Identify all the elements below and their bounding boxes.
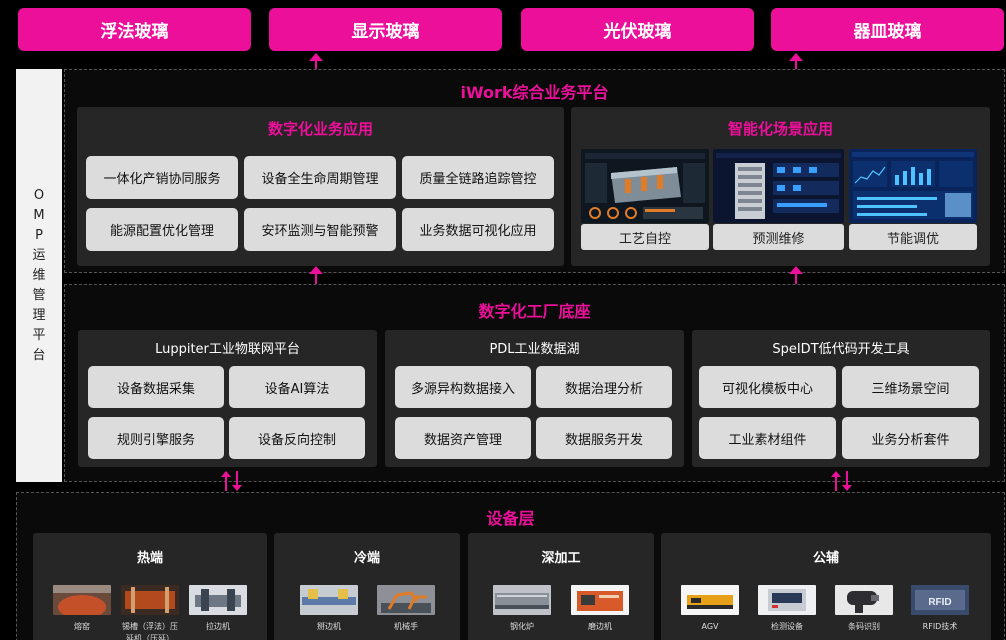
edging-machine-image — [571, 585, 629, 615]
arrow-up-icon — [789, 266, 803, 284]
equip-caption: 检测设备 — [771, 622, 803, 631]
equip-caption: 拉边机 — [206, 622, 230, 631]
tile-device-reverse-control[interactable]: 设备反向控制 — [229, 417, 365, 459]
tile-data-service[interactable]: 数据服务开发 — [536, 417, 672, 459]
barcode-scanner-image — [835, 585, 893, 615]
equip-caption: 锡槽（浮法）压延机（压延） — [122, 622, 178, 640]
equip-caption: RFID技术 — [922, 622, 958, 631]
omp-char: 维 — [32, 267, 46, 283]
tile-quality-trace[interactable]: 质量全链路追踪管控 — [402, 156, 554, 199]
omp-char: 运 — [32, 247, 46, 263]
tile-equipment-lifecycle[interactable]: 设备全生命周期管理 — [244, 156, 396, 199]
product-float-glass[interactable]: 浮法玻璃 — [18, 8, 251, 51]
tile-template-center[interactable]: 可视化模板中心 — [699, 366, 836, 408]
tile-rule-engine[interactable]: 规则引擎服务 — [88, 417, 224, 459]
omp-char: M — [33, 207, 45, 223]
equip-group-title: 深加工 — [541, 551, 581, 566]
inspection-device-image — [758, 585, 816, 615]
equip-group-auxiliary: 公辅 RFID AGV 检测设备 条码识别 RFID技术 — [661, 533, 991, 640]
factory-region: 数字化工厂底座 Luppiter工业物联网平台 设备数据采集 设备AI算法 规则… — [64, 284, 1005, 482]
rfid-image: RFID — [911, 585, 969, 615]
smart-scenes-panel: 智能化场景应用 工艺自控 预测维修 节能调优 — [571, 107, 990, 266]
omp-char: 理 — [32, 307, 46, 323]
equip-caption: 机械手 — [394, 622, 418, 631]
label-process-control[interactable]: 工艺自控 — [581, 224, 709, 250]
digital-apps-panel: 数字化业务应用 一体化产销协同服务 设备全生命周期管理 质量全链路追踪管控 能源… — [77, 107, 564, 266]
tin-bath-image — [121, 585, 179, 615]
omp-char: 管 — [32, 287, 46, 303]
equip-group-title: 公辅 — [812, 551, 839, 566]
label-energy-optimize[interactable]: 节能调优 — [849, 224, 977, 250]
bidirectional-arrow-icon — [221, 471, 243, 491]
platform-title: SpeIDT低代码开发工具 — [772, 342, 910, 357]
equip-caption: 熔窑 — [74, 622, 90, 631]
platform-panel-speidt: SpeIDT低代码开发工具 可视化模板中心 三维场景空间 工业素材组件 业务分析… — [692, 330, 990, 467]
platform-title: PDL工业数据湖 — [489, 342, 580, 357]
furnace-image — [53, 585, 111, 615]
process-control-screenshot — [581, 149, 709, 223]
product-pv-glass[interactable]: 光伏玻璃 — [521, 8, 754, 51]
edge-breaker-image — [300, 585, 358, 615]
tile-data-asset[interactable]: 数据资产管理 — [395, 417, 531, 459]
tile-3d-scene[interactable]: 三维场景空间 — [842, 366, 979, 408]
omp-char: P — [35, 227, 43, 243]
equip-caption: 钢化炉 — [510, 622, 534, 631]
tile-industrial-assets[interactable]: 工业素材组件 — [699, 417, 836, 459]
svg-text:RFID: RFID — [928, 597, 951, 608]
tile-device-data-collect[interactable]: 设备数据采集 — [88, 366, 224, 408]
arrow-up-icon — [309, 266, 323, 284]
smart-scenes-title: 智能化场景应用 — [727, 120, 833, 138]
label-predictive-maintenance[interactable]: 预测维修 — [713, 224, 844, 250]
platform-panel-pdl: PDL工业数据湖 多源异构数据接入 数据治理分析 数据资产管理 数据服务开发 — [385, 330, 684, 467]
equip-caption: AGV — [701, 622, 719, 631]
product-vessel-glass[interactable]: 器皿玻璃 — [771, 8, 1004, 51]
platform-title: Luppiter工业物联网平台 — [155, 342, 300, 357]
equip-caption: 条码识别 — [848, 622, 880, 631]
equip-caption: 磨边机 — [588, 622, 612, 631]
tile-data-governance[interactable]: 数据治理分析 — [536, 366, 672, 408]
tempering-furnace-image — [493, 585, 551, 615]
tile-energy-optimize[interactable]: 能源配置优化管理 — [86, 208, 238, 251]
factory-title: 数字化工厂底座 — [478, 302, 591, 321]
equipment-title: 设备层 — [486, 509, 535, 528]
predictive-maintenance-screenshot — [713, 149, 844, 223]
equip-group-title: 热端 — [136, 551, 163, 566]
robot-arm-image — [377, 585, 435, 615]
iwork-title: iWork综合业务平台 — [460, 83, 609, 102]
tile-analytics-suite[interactable]: 业务分析套件 — [842, 417, 979, 459]
equip-group-deep-processing: 深加工 钢化炉 磨边机 — [468, 533, 654, 640]
edge-roller-image — [189, 585, 247, 615]
tile-device-ai[interactable]: 设备AI算法 — [229, 366, 365, 408]
tile-data-visualization[interactable]: 业务数据可视化应用 — [402, 208, 554, 251]
platform-panel-luppiter: Luppiter工业物联网平台 设备数据采集 设备AI算法 规则引擎服务 设备反… — [78, 330, 377, 467]
tile-integrated-sales[interactable]: 一体化产销协同服务 — [86, 156, 238, 199]
omp-char: 台 — [32, 347, 46, 363]
digital-apps-title: 数字化业务应用 — [267, 120, 373, 138]
tile-multisource-ingest[interactable]: 多源异构数据接入 — [395, 366, 531, 408]
product-display-glass[interactable]: 显示玻璃 — [269, 8, 502, 51]
equipment-region: 设备层 热端 熔窑 锡槽（浮法）压延机（压延） 拉边机 冷端 掰边机 机械手 深… — [16, 492, 1005, 640]
energy-optimize-screenshot — [849, 149, 977, 223]
equip-group-cold-end: 冷端 掰边机 机械手 — [274, 533, 460, 640]
equip-caption: 掰边机 — [317, 622, 341, 631]
agv-image — [681, 585, 739, 615]
tile-safety-warning[interactable]: 安环监测与智能预警 — [244, 208, 396, 251]
bidirectional-arrow-icon — [831, 471, 853, 491]
omp-char: 平 — [32, 327, 46, 343]
equip-group-title: 冷端 — [353, 551, 380, 566]
equip-group-hot-end: 热端 熔窑 锡槽（浮法）压延机（压延） 拉边机 — [33, 533, 267, 640]
iwork-region: iWork综合业务平台 数字化业务应用 一体化产销协同服务 设备全生命周期管理 … — [64, 69, 1005, 273]
omp-char: O — [33, 187, 45, 203]
omp-sidebar: O M P 运 维 管 理 平 台 — [16, 69, 62, 482]
